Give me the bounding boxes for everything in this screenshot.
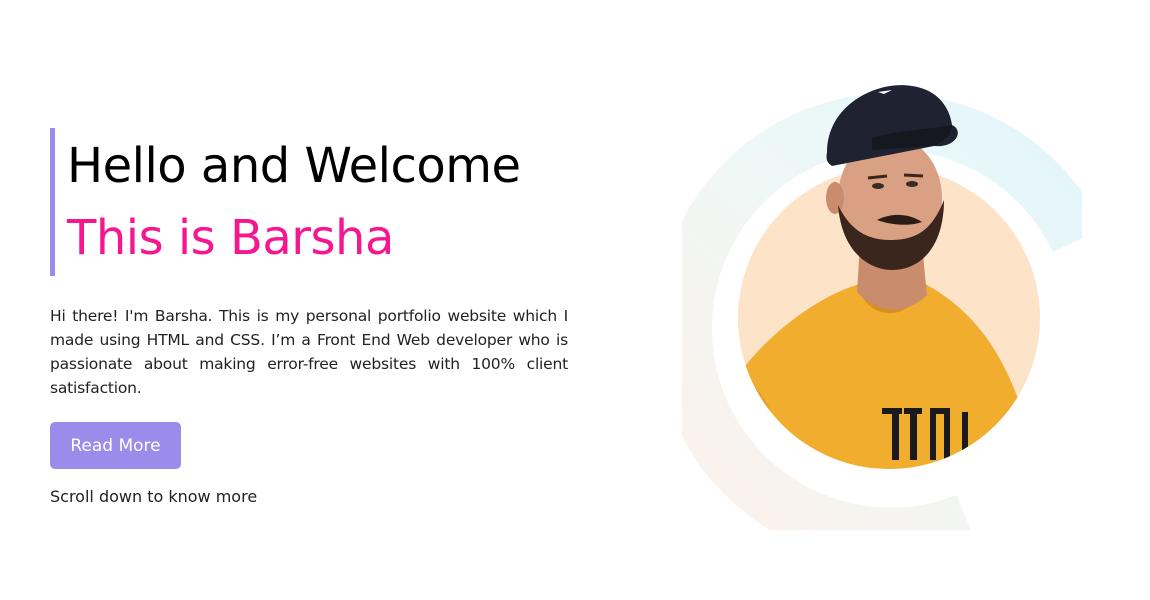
hero-section: Hello and Welcome This is Barsha Hi ther…: [0, 0, 1150, 600]
hero-content: Hello and Welcome This is Barsha Hi ther…: [50, 128, 570, 506]
scroll-hint-text: Scroll down to know more: [50, 487, 258, 506]
portrait-area: [682, 80, 1082, 530]
heading-block: Hello and Welcome This is Barsha: [50, 128, 570, 276]
hero-intro-text: Hi there! I'm Barsha. This is my persona…: [50, 307, 568, 397]
read-more-button[interactable]: Read More: [50, 422, 181, 469]
hero-heading-welcome: Hello and Welcome: [67, 138, 521, 194]
shirt-print-icon: [882, 408, 980, 460]
hero-heading-name: This is Barsha: [67, 210, 394, 266]
decorative-ring: [682, 85, 1082, 530]
